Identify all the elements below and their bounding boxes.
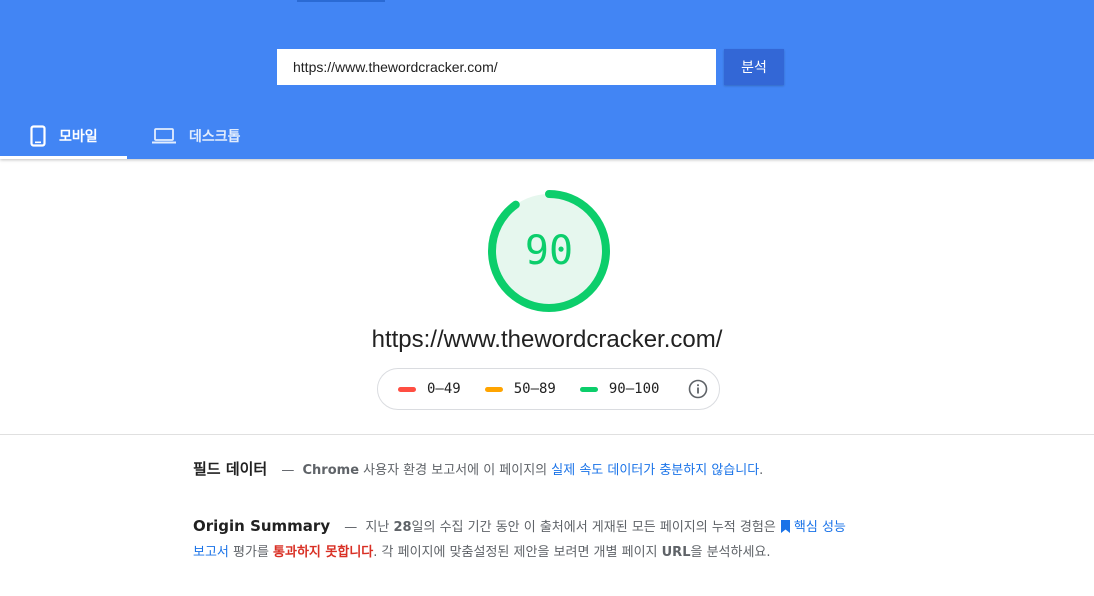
- field-data-period: .: [759, 463, 764, 478]
- chrome-label: Chrome: [302, 463, 360, 478]
- origin-text-4: . 각 페이지에 맞춤설정된 제안을 보려면 개별 페이지: [373, 545, 662, 560]
- smartphone-icon: [30, 124, 46, 147]
- legend-item-pass: 90–100: [579, 381, 660, 397]
- header-top-indicator: [297, 0, 385, 2]
- origin-text-5: 을 분석하세요.: [690, 545, 771, 560]
- info-icon[interactable]: [688, 379, 708, 399]
- legend-swatch-fail: [398, 386, 416, 392]
- legend-item-fail: 0–49: [398, 381, 461, 397]
- field-data-text: 사용자 환경 보고서에 이 페이지의: [359, 463, 552, 478]
- bookmark-icon: [780, 520, 790, 533]
- header-bar: 분석 모바일 데스크톱: [0, 0, 1094, 159]
- analyzed-url: https://www.thewordcracker.com/: [371, 326, 723, 353]
- url-input[interactable]: [277, 49, 716, 85]
- url-word: URL: [661, 545, 691, 560]
- tab-mobile-label: 모바일: [59, 128, 98, 145]
- legend-label-average: 50–89: [513, 381, 556, 397]
- field-data-dash: —: [281, 463, 295, 478]
- legend-label-fail: 0–49: [427, 381, 461, 397]
- analyze-button[interactable]: 분석: [724, 49, 784, 85]
- field-data-title: 필드 데이터: [193, 460, 268, 478]
- origin-text-3: 평가를: [228, 545, 274, 560]
- legend-item-average: 50–89: [484, 381, 556, 397]
- origin-text-2: 일의 수집 기간 동안 이 출처에서 게재된 모든 페이지의 누적 경험은: [411, 520, 780, 535]
- origin-summary-section: Origin Summary — 지난 28일의 수집 기간 동안 이 출처에서…: [193, 514, 853, 565]
- tab-desktop[interactable]: 데스크톱: [152, 112, 262, 159]
- laptop-icon: [152, 127, 176, 144]
- origin-summary-title: Origin Summary: [193, 517, 331, 535]
- origin-summary-dash: —: [344, 520, 358, 535]
- field-data-link[interactable]: 실제 속도 데이터가 충분하지 않습니다: [551, 463, 759, 478]
- origin-days: 28: [393, 520, 412, 535]
- field-data-section: 필드 데이터 — Chrome 사용자 환경 보고서에 이 페이지의 실제 속도…: [193, 457, 853, 483]
- score-legend: 0–49 50–89 90–100: [377, 368, 720, 410]
- section-divider: [0, 434, 1094, 435]
- active-tab-indicator: [0, 156, 127, 159]
- tab-desktop-label: 데스크톱: [189, 128, 241, 145]
- legend-label-pass: 90–100: [608, 381, 660, 397]
- performance-score: 90: [524, 228, 574, 274]
- origin-text-1: 지난: [361, 520, 394, 535]
- assessment-fail-text: 통과하지 못합니다: [273, 545, 374, 560]
- legend-swatch-pass: [579, 386, 598, 392]
- tab-mobile[interactable]: 모바일: [0, 112, 127, 159]
- legend-swatch-average: [484, 386, 503, 392]
